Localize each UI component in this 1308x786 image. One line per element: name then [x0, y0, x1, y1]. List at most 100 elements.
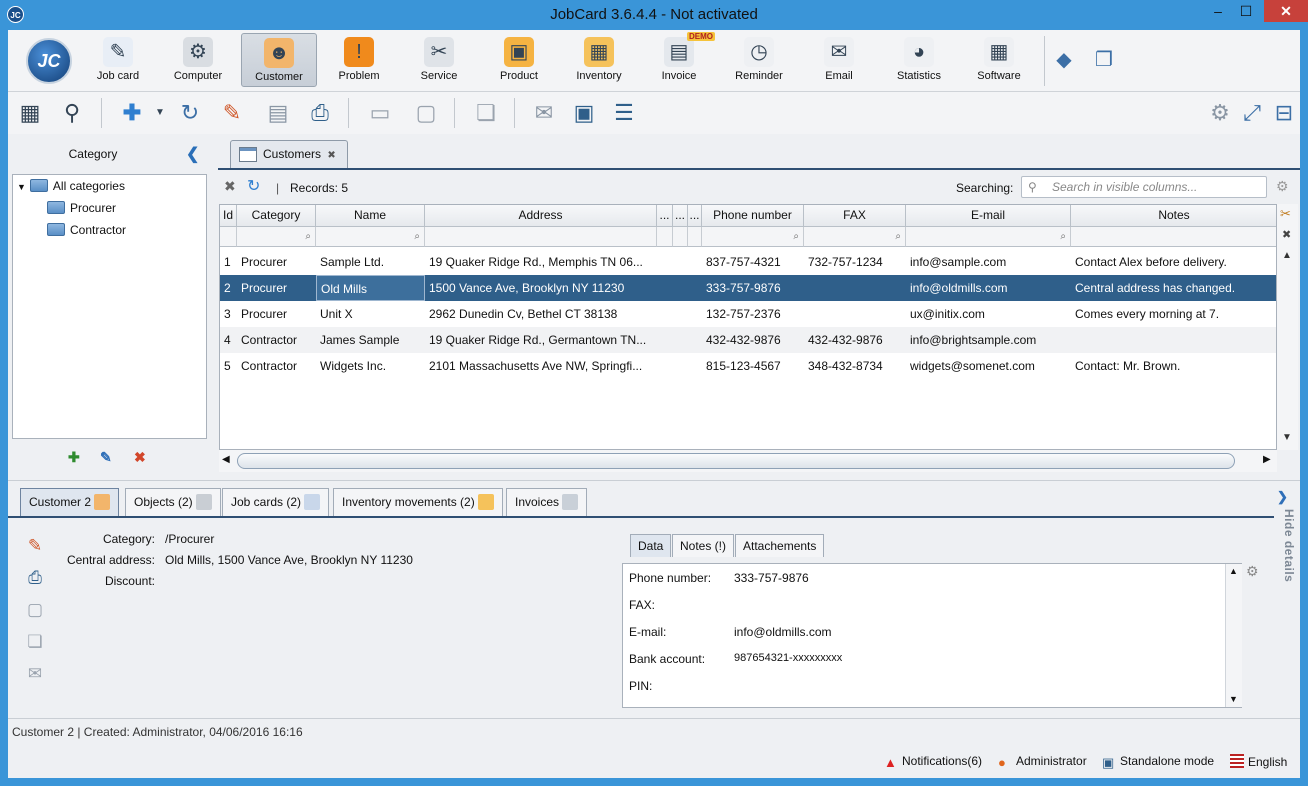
filter-icon[interactable]: ⌕	[414, 231, 420, 242]
table-view-icon[interactable]: ▦	[14, 97, 46, 129]
add-dropdown-icon[interactable]: ▼	[144, 97, 176, 129]
filter-icon[interactable]: ⌕	[895, 231, 901, 242]
filter-icon[interactable]: ⌕	[1060, 231, 1066, 242]
detail-tab-inventory-movements-2[interactable]: Inventory movements (2)	[333, 488, 503, 516]
scroll-up-icon[interactable]: ▲	[1229, 566, 1238, 576]
cell-fax[interactable]	[804, 301, 906, 327]
add-category-icon[interactable]: ✚	[68, 449, 80, 466]
scroll-thumb[interactable]	[237, 453, 1235, 469]
cell-category[interactable]: Procurer	[237, 275, 316, 301]
module-reminder[interactable]: ◷ Reminder	[721, 33, 797, 87]
hide-details-toggle[interactable]: Hide details	[1276, 509, 1296, 582]
close-window-button[interactable]: ✕	[1264, 0, 1308, 22]
module-statistics[interactable]: ◕ Statistics	[881, 33, 957, 87]
cell-name[interactable]: Unit X	[316, 301, 425, 327]
cell-email[interactable]: info@brightsample.com	[906, 327, 1071, 353]
table-row[interactable]: 5 Contractor Widgets Inc. 2101 Massachusett…	[220, 353, 1276, 379]
grid-settings-icon[interactable]: ⚙	[1276, 178, 1289, 195]
cell-category[interactable]: Contractor	[237, 327, 316, 353]
sticky-note-icon[interactable]: ▢	[410, 97, 442, 129]
refresh-icon[interactable]: ↻	[174, 97, 206, 129]
module-email[interactable]: ✉ Email	[801, 33, 877, 87]
module-service[interactable]: ✂ Service	[401, 33, 477, 87]
scroll-down-icon[interactable]: ▼	[1229, 694, 1238, 704]
column-filter[interactable]: ⌕	[804, 227, 906, 247]
tree-item-all-categories[interactable]: ▼ All categories	[17, 176, 125, 196]
column-filter[interactable]	[1071, 227, 1276, 247]
data-settings-icon[interactable]: ⚙	[1246, 563, 1259, 580]
tree-item-contractor[interactable]: Contractor	[47, 220, 126, 240]
cell-notes[interactable]: Contact: Mr. Brown.	[1071, 353, 1276, 379]
close-tab-icon[interactable]: ✖	[327, 150, 335, 161]
hide-details-chevron-icon[interactable]: ❯	[1277, 489, 1288, 505]
column-header[interactable]: ...	[688, 205, 702, 227]
tab-customers[interactable]: Customers ✖	[230, 140, 348, 168]
clear-filters-icon[interactable]: ✖	[1282, 228, 1291, 241]
windows-icon[interactable]: ❐	[1088, 44, 1120, 76]
column-filter[interactable]: ⌕	[906, 227, 1071, 247]
copy-icon[interactable]: ❏	[470, 97, 502, 129]
column-filter[interactable]: ⌕	[237, 227, 316, 247]
cell-email[interactable]: info@oldmills.com	[906, 275, 1071, 301]
tree-expand-icon[interactable]: ▼	[17, 182, 26, 192]
detail-tab-objects-2[interactable]: Objects (2)	[125, 488, 221, 516]
module-software[interactable]: ▦ Software	[961, 33, 1037, 87]
tab-notes[interactable]: Notes (!)	[672, 534, 735, 557]
panel-splitter[interactable]	[210, 134, 218, 474]
column-filter[interactable]	[425, 227, 657, 247]
list-icon[interactable]: ☰	[608, 97, 640, 129]
notifications-status[interactable]: ▲ Notifications(6)	[884, 754, 982, 770]
mode-status[interactable]: ▣ Standalone mode	[1102, 754, 1214, 770]
cell-fax[interactable]: 432-432-9876	[804, 327, 906, 353]
printer-icon[interactable]: ⎙	[304, 97, 336, 129]
scroll-right-icon[interactable]: ▶	[1263, 454, 1271, 465]
filter-icon[interactable]: ⌕	[305, 231, 311, 242]
horizontal-scrollbar[interactable]: ◀ ▶	[219, 450, 1277, 472]
detail-tab-customer-2[interactable]: Customer 2	[20, 488, 120, 516]
module-job-card[interactable]: ✎ Job card	[80, 33, 156, 87]
table-row[interactable]: 4 Contractor James Sample 19 Quaker Ridge R…	[220, 327, 1276, 353]
maximize-button[interactable]: ☐	[1232, 0, 1260, 22]
column-header[interactable]: Id	[220, 205, 237, 227]
envelope-icon[interactable]: ✉	[24, 663, 46, 685]
cell-email[interactable]: ux@initix.com	[906, 301, 1071, 327]
scroll-left-icon[interactable]: ◀	[222, 454, 230, 465]
module-product[interactable]: ▣ Product	[481, 33, 557, 87]
cell-name[interactable]: James Sample	[316, 327, 425, 353]
cell-notes[interactable]: Contact Alex before delivery.	[1071, 249, 1276, 275]
collapse-panel-icon[interactable]: ❮	[186, 144, 199, 164]
cell-notes[interactable]: Comes every morning at 7.	[1071, 301, 1276, 327]
tab-data[interactable]: Data	[630, 534, 672, 557]
edit-pencil-icon[interactable]: ✎	[216, 97, 248, 129]
column-filter[interactable]	[220, 227, 237, 247]
module-inventory[interactable]: ▦ Inventory	[561, 33, 637, 87]
note-icon[interactable]: ▢	[24, 599, 46, 621]
module-invoice[interactable]: ▤ DEMO Invoice	[641, 32, 717, 87]
cell-phone[interactable]: 333-757-9876	[702, 275, 804, 301]
column-header[interactable]: Name	[316, 205, 425, 227]
cell-name[interactable]: Old Mills	[316, 275, 425, 301]
table-row[interactable]: 2 Procurer Old Mills 1500 Vance Ave, Brookl…	[220, 275, 1276, 301]
cell-address[interactable]: 2962 Dunedin Cv, Bethel CT 38138	[425, 301, 657, 327]
module-customer[interactable]: ☻ Customer	[241, 33, 317, 87]
cell-phone[interactable]: 132-757-2376	[702, 301, 804, 327]
tree-item-procurer[interactable]: Procurer	[47, 198, 116, 218]
table-row[interactable]: 1 Procurer Sample Ltd. 19 Quaker Ridge Rd.,…	[220, 249, 1276, 275]
scroll-down-icon[interactable]: ▼	[1282, 432, 1292, 443]
filter-icon[interactable]: ⌕	[793, 231, 799, 242]
cell-phone[interactable]: 815-123-4567	[702, 353, 804, 379]
language-status[interactable]: English	[1230, 754, 1287, 769]
column-filter[interactable]	[673, 227, 688, 247]
envelope-icon[interactable]: ✉	[528, 97, 560, 129]
cell-address[interactable]: 19 Quaker Ridge Rd., Germantown TN...	[425, 327, 657, 353]
vertical-scrollbar[interactable]: ✂ ✖ ▲ ▼	[1277, 204, 1298, 450]
column-header[interactable]: FAX	[804, 205, 906, 227]
data-scrollbar[interactable]: ▲ ▼	[1225, 564, 1242, 707]
column-header[interactable]: Category	[237, 205, 316, 227]
clear-filter-icon[interactable]: ✖	[224, 178, 236, 195]
cell-id[interactable]: 3	[220, 301, 237, 327]
table-row[interactable]: 3 Procurer Unit X 2962 Dunedin Cv, Bethel C…	[220, 301, 1276, 327]
print-preview-icon[interactable]: ▤	[262, 97, 294, 129]
detail-tab-job-cards-2[interactable]: Job cards (2)	[222, 488, 330, 516]
cell-notes[interactable]	[1071, 327, 1276, 353]
